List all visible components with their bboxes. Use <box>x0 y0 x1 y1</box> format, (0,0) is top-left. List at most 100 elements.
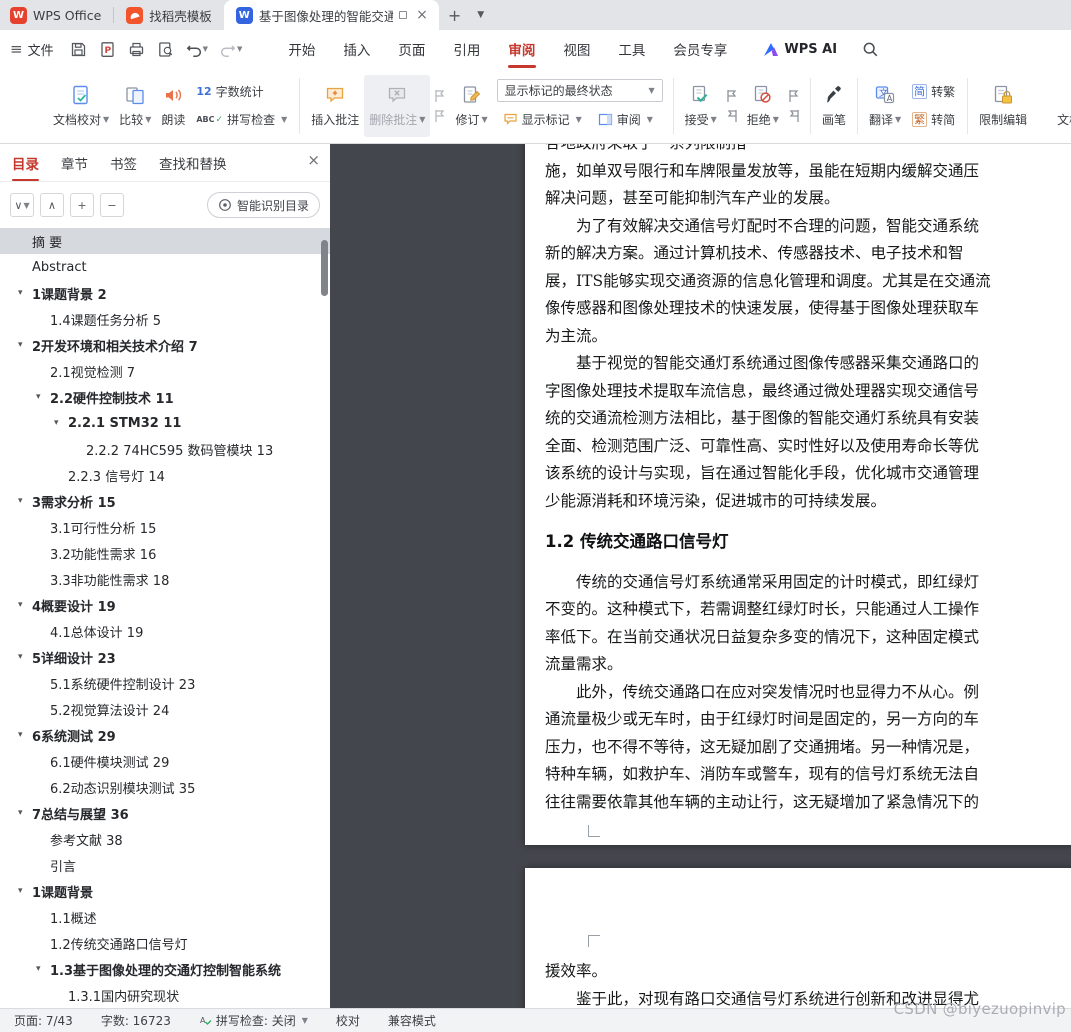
collapse-arrow-icon[interactable]: ▾ <box>36 964 50 974</box>
collapse-arrow-icon[interactable]: ▾ <box>18 600 32 610</box>
wps-home-tab[interactable]: W WPS Office <box>0 0 113 30</box>
sidebar-tab-目录[interactable]: 目录 <box>12 144 39 181</box>
show-markup-button[interactable]: 显示标记 ▼ <box>497 106 588 132</box>
menu-tab-插入[interactable]: 插入 <box>329 30 384 68</box>
menu-tab-开始[interactable]: 开始 <box>274 30 329 68</box>
outline-item[interactable]: 5.2视觉算法设计 24 <box>0 696 330 722</box>
outline-item[interactable]: 6.1硬件模块测试 29 <box>0 748 330 774</box>
previous-revision-icon[interactable] <box>787 89 801 103</box>
outline-item[interactable]: 2.2.3 信号灯 14 <box>0 462 330 488</box>
outline-item[interactable]: 2.2.2 74HC595 数码管模块 13 <box>0 436 330 462</box>
menu-tab-工具[interactable]: 工具 <box>604 30 659 68</box>
outline-item[interactable]: ▾ 2.2.1 STM32 11 <box>0 410 330 436</box>
sidebar-tab-查找和替换[interactable]: 查找和替换 <box>159 144 227 181</box>
outline-item[interactable]: 4.1总体设计 19 <box>0 618 330 644</box>
outline-item[interactable]: 摘 要 <box>0 228 330 254</box>
previous-change-icon[interactable] <box>725 89 739 103</box>
insert-comment-button[interactable]: 插入批注 <box>306 75 364 137</box>
word-count-button[interactable]: 12 字数统计 <box>190 79 293 105</box>
menu-tab-引用[interactable]: 引用 <box>439 30 494 68</box>
outline-item[interactable]: ▾ 7总结与展望 36 <box>0 800 330 826</box>
read-aloud-button[interactable]: 朗读 <box>156 75 190 137</box>
next-revision-icon[interactable] <box>787 109 801 123</box>
sidebar-tab-章节[interactable]: 章节 <box>61 144 88 181</box>
print-button[interactable] <box>124 38 149 61</box>
print-preview-button[interactable] <box>153 38 178 61</box>
outline-item[interactable]: 参考文献 38 <box>0 826 330 852</box>
collapse-arrow-icon[interactable]: ▾ <box>36 392 50 402</box>
outline-item[interactable]: ▾ 6系统测试 29 <box>0 722 330 748</box>
restrict-editing-button[interactable]: 限制编辑 <box>974 75 1032 137</box>
outline-item[interactable]: ▾ 1课题背景 <box>0 878 330 904</box>
outline-item[interactable]: 1.2传统交通路口信号灯 <box>0 930 330 956</box>
outline-item[interactable]: 引言 <box>0 852 330 878</box>
markup-state-select[interactable]: 显示标记的最终状态 ▼ <box>496 79 663 102</box>
spell-check-button[interactable]: ABC 拼写检查 ▼ <box>190 107 293 133</box>
search-button[interactable] <box>858 37 883 62</box>
sidebar-scrollbar-thumb[interactable] <box>321 240 328 296</box>
reject-change-button[interactable]: 拒绝 ▼ <box>742 75 784 137</box>
next-change-icon[interactable] <box>725 109 739 123</box>
collapse-button[interactable]: − <box>100 193 124 217</box>
outline-item[interactable]: Abstract <box>0 254 330 280</box>
outline-item[interactable]: 2.1视觉检测 7 <box>0 358 330 384</box>
redo-dropdown-icon[interactable]: ▼ <box>237 45 242 53</box>
spellcheck-indicator[interactable]: A 拼写检查: 关闭 ▼ <box>199 1012 308 1029</box>
outline-item[interactable]: ▾ 5详细设计 23 <box>0 644 330 670</box>
undo-dropdown-icon[interactable]: ▼ <box>203 45 208 53</box>
doc-proofing-button[interactable]: 文档校对 ▼ <box>48 75 114 137</box>
collapse-arrow-icon[interactable]: ▾ <box>18 288 32 298</box>
delete-comment-button[interactable]: 删除批注 ▼ <box>364 74 431 137</box>
outline-item[interactable]: 5.1系统硬件控制设计 23 <box>0 670 330 696</box>
track-changes-button[interactable]: 修订 ▼ <box>450 75 492 137</box>
next-comment-icon[interactable] <box>433 109 447 123</box>
outline-item[interactable]: ▾ 2开发环境和相关技术介绍 7 <box>0 332 330 358</box>
smart-recognize-button[interactable]: 智能识别目录 <box>206 192 320 218</box>
collapse-arrow-icon[interactable]: ▾ <box>18 496 32 506</box>
page-indicator[interactable]: 页面: 7/43 <box>14 1012 73 1029</box>
sidebar-close-icon[interactable]: × <box>307 153 320 168</box>
collapse-arrow-icon[interactable]: ▾ <box>18 340 32 350</box>
word-count-indicator[interactable]: 字数: 16723 <box>101 1012 171 1029</box>
collapse-arrow-icon[interactable]: ▾ <box>18 808 32 818</box>
redo-button[interactable]: ▼ <box>216 39 246 60</box>
tab-close-icon[interactable]: × <box>413 8 431 22</box>
menu-tab-会员专享[interactable]: 会员专享 <box>659 30 741 68</box>
collapse-all-button[interactable]: ∧ <box>40 193 64 217</box>
accept-change-button[interactable]: 接受 ▼ <box>680 75 722 137</box>
outline-item[interactable]: ▾ 1.3基于图像处理的交通灯控制智能系统 <box>0 956 330 982</box>
ink-brush-button[interactable]: 画笔 <box>817 75 851 137</box>
outline-item[interactable]: 3.1可行性分析 15 <box>0 514 330 540</box>
collapse-arrow-icon[interactable]: ▾ <box>18 730 32 740</box>
collapse-arrow-icon[interactable]: ▾ <box>18 652 32 662</box>
outline-item[interactable]: ▾ 4概要设计 19 <box>0 592 330 618</box>
previous-comment-icon[interactable] <box>433 89 447 103</box>
to-simplified-button[interactable]: 繁 转简 <box>906 107 961 133</box>
menu-tab-页面[interactable]: 页面 <box>384 30 439 68</box>
docer-template-tab[interactable]: 找稻壳模板 <box>114 0 224 30</box>
new-tab-button[interactable]: + <box>439 0 470 30</box>
undo-button[interactable]: ▼ <box>182 39 212 60</box>
outline-item[interactable]: 6.2动态识别模块测试 35 <box>0 774 330 800</box>
file-menu-button[interactable]: ≡ 文件 <box>0 40 66 59</box>
expand-button[interactable]: + <box>70 193 94 217</box>
compat-mode-indicator[interactable]: 兼容模式 <box>388 1012 436 1029</box>
translate-button[interactable]: 文A 翻译 ▼ <box>864 75 906 137</box>
collapse-arrow-icon[interactable]: ▾ <box>18 886 32 896</box>
menu-tab-审阅[interactable]: 审阅 <box>494 30 549 68</box>
review-pane-button[interactable]: 审阅 ▼ <box>592 106 659 132</box>
doc-permission-button[interactable]: 文档权限 <box>1052 75 1071 137</box>
compare-button[interactable]: 比较 ▼ <box>114 75 156 137</box>
export-pdf-button[interactable]: P <box>95 38 120 61</box>
document-canvas[interactable]: 各地政府采取了一系列限制措施，如单双号限行和车牌限量发放等，虽能在短期内缓解交通… <box>330 144 1071 1008</box>
document-page-7[interactable]: 各地政府采取了一系列限制措施，如单双号限行和车牌限量发放等，虽能在短期内缓解交通… <box>525 144 1071 845</box>
outline-item[interactable]: 1.3.1国内研究现状 <box>0 982 330 1008</box>
outline-item[interactable]: 3.2功能性需求 16 <box>0 540 330 566</box>
save-button[interactable] <box>66 38 91 61</box>
proofread-button[interactable]: 校对 <box>336 1012 360 1029</box>
to-traditional-button[interactable]: 简 转繁 <box>906 79 961 105</box>
tab-pin-icon[interactable] <box>399 11 408 19</box>
tab-list-button[interactable]: ▼ <box>470 0 491 30</box>
document-page-8[interactable]: 援效率。 鉴于此，对现有路口交通信号灯系统进行创新和改进显得尤 <box>525 868 1071 1008</box>
outline-item[interactable]: 3.3非功能性需求 18 <box>0 566 330 592</box>
